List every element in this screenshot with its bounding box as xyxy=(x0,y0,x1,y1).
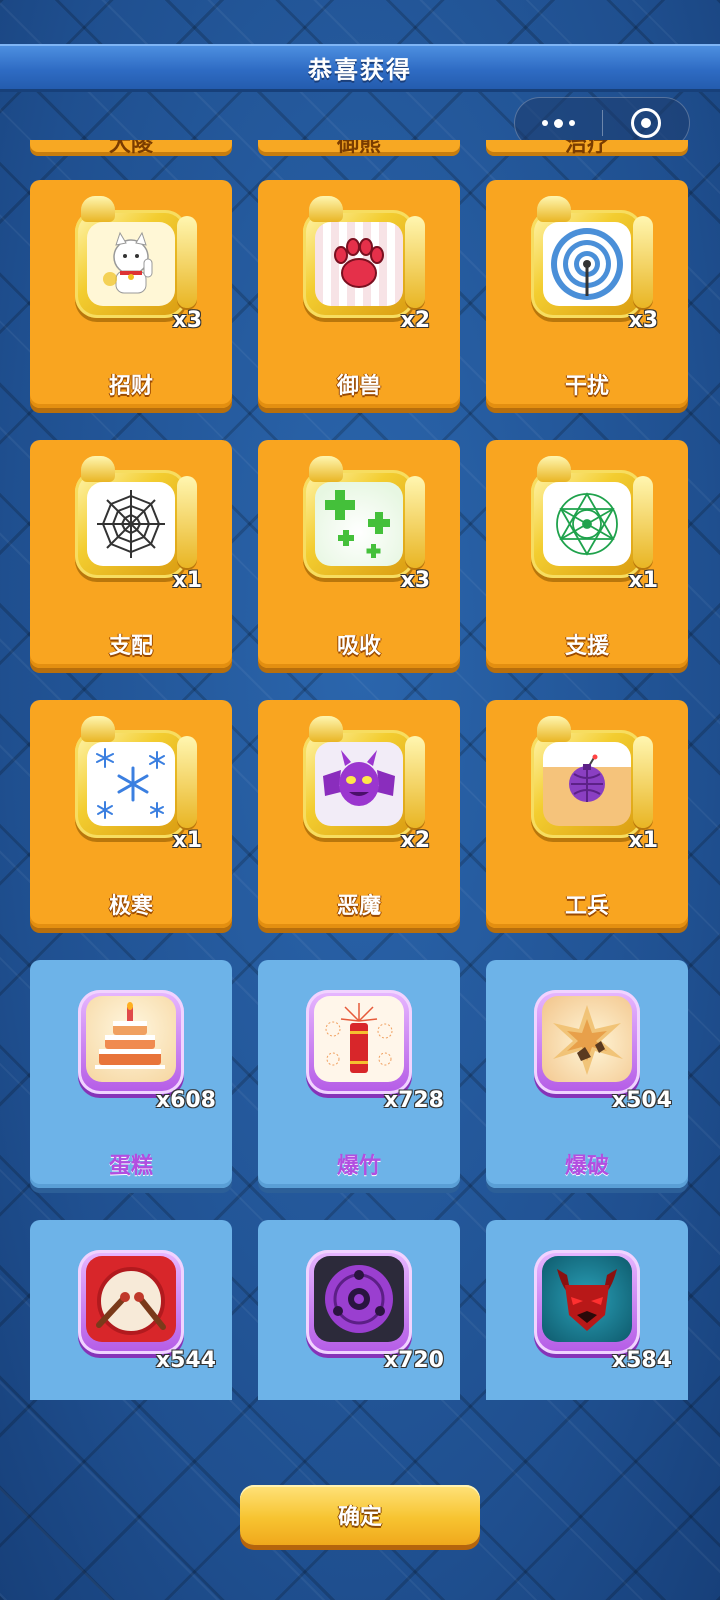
reward-label: 爆破 xyxy=(564,1154,609,1179)
reward-card-partial: 大陵 xyxy=(30,140,232,157)
snowflake-icon xyxy=(87,742,175,826)
cake-icon xyxy=(86,996,176,1082)
reward-count: x1 xyxy=(628,828,659,853)
signal-antenna-icon xyxy=(543,222,631,306)
reward-count: x1 xyxy=(628,568,659,593)
target-icon xyxy=(630,108,661,138)
confirm-button[interactable]: 确定 xyxy=(240,1485,480,1545)
reward-card: x1 极寒 xyxy=(30,700,232,928)
purple-icon-frame xyxy=(78,1250,184,1354)
reward-label: 极寒 xyxy=(108,894,153,919)
reward-count: x728 xyxy=(383,1088,444,1113)
reward-card: x3 招财 xyxy=(30,180,232,408)
reward-count: x3 xyxy=(628,308,659,333)
reward-card: x720 xyxy=(258,1220,460,1400)
reward-card: x728 爆竹 xyxy=(258,960,460,1188)
reward-count: x1 xyxy=(172,568,203,593)
magic-circle-icon xyxy=(543,482,631,566)
reward-count: x3 xyxy=(400,568,431,593)
reward-label: 爆竹 xyxy=(336,1154,381,1179)
paw-icon xyxy=(315,222,403,306)
gold-icon-frame xyxy=(303,716,425,838)
reward-count: x720 xyxy=(383,1348,444,1373)
reward-label: 支援 xyxy=(564,634,609,659)
reward-count: x544 xyxy=(155,1348,216,1373)
reward-card: x1 工兵 xyxy=(486,700,688,928)
gold-icon-frame xyxy=(303,456,425,578)
reward-card: x2 御兽 xyxy=(258,180,460,408)
reward-label: 恶魔 xyxy=(336,894,381,919)
reward-card-partial: 御熊 xyxy=(258,140,460,157)
green-plus-icon xyxy=(315,482,403,566)
reward-label: 工兵 xyxy=(564,894,609,919)
gold-icon-frame xyxy=(531,716,653,838)
reward-label: 御熊 xyxy=(336,140,381,157)
reward-count: x2 xyxy=(400,308,431,333)
drum-icon xyxy=(86,1256,176,1342)
reward-card: x2 恶魔 xyxy=(258,700,460,928)
purple-icon-frame xyxy=(78,990,184,1094)
explosion-icon xyxy=(542,996,632,1082)
reward-label: 治疗 xyxy=(564,140,609,157)
gold-icon-frame xyxy=(75,456,197,578)
gold-icon-frame xyxy=(531,456,653,578)
gold-icon-frame xyxy=(303,196,425,318)
gold-icon-frame xyxy=(75,716,197,838)
more-dots-icon xyxy=(541,118,575,128)
bomb-icon xyxy=(543,742,631,826)
reward-card: x1 支援 xyxy=(486,440,688,668)
purple-icon-frame xyxy=(534,990,640,1094)
firecracker-icon xyxy=(314,996,404,1082)
reward-label: 大陵 xyxy=(108,140,153,157)
reward-label: 支配 xyxy=(108,634,153,659)
reward-count: x608 xyxy=(155,1088,216,1113)
demon-bat-icon xyxy=(315,742,403,826)
purple-icon-frame xyxy=(306,990,412,1094)
reward-label: 吸收 xyxy=(336,634,381,659)
title-bar: 恭喜获得 xyxy=(0,44,720,92)
reward-count: x504 xyxy=(611,1088,672,1113)
reward-card: x544 xyxy=(30,1220,232,1400)
spider-web-icon xyxy=(87,482,175,566)
reward-label: 蛋糕 xyxy=(108,1154,153,1179)
sharingan-icon xyxy=(314,1256,404,1342)
reward-grid[interactable]: 大陵 御熊 治疗 x3 招财 x2 御兽 x3 干扰 x1 支配 x3 吸收 x… xyxy=(0,140,720,1400)
reward-card: x3 干扰 xyxy=(486,180,688,408)
gold-icon-frame xyxy=(75,196,197,318)
gold-icon-frame xyxy=(531,196,653,318)
purple-icon-frame xyxy=(534,1250,640,1354)
reward-count: x3 xyxy=(172,308,203,333)
reward-card: x3 吸收 xyxy=(258,440,460,668)
reward-card: x504 爆破 xyxy=(486,960,688,1188)
purple-icon-frame xyxy=(306,1250,412,1354)
reward-label: 御兽 xyxy=(336,374,381,399)
demon-mask-icon xyxy=(542,1256,632,1342)
reward-label: 招财 xyxy=(108,374,153,399)
reward-count: x2 xyxy=(400,828,431,853)
reward-card: x608 蛋糕 xyxy=(30,960,232,1188)
reward-label: 干扰 xyxy=(564,374,609,399)
reward-card: x584 xyxy=(486,1220,688,1400)
lucky-cat-icon xyxy=(87,222,175,306)
reward-card: x1 支配 xyxy=(30,440,232,668)
page-title: 恭喜获得 xyxy=(308,56,412,84)
reward-count: x584 xyxy=(611,1348,672,1373)
reward-card-partial: 治疗 xyxy=(486,140,688,157)
reward-count: x1 xyxy=(172,828,203,853)
